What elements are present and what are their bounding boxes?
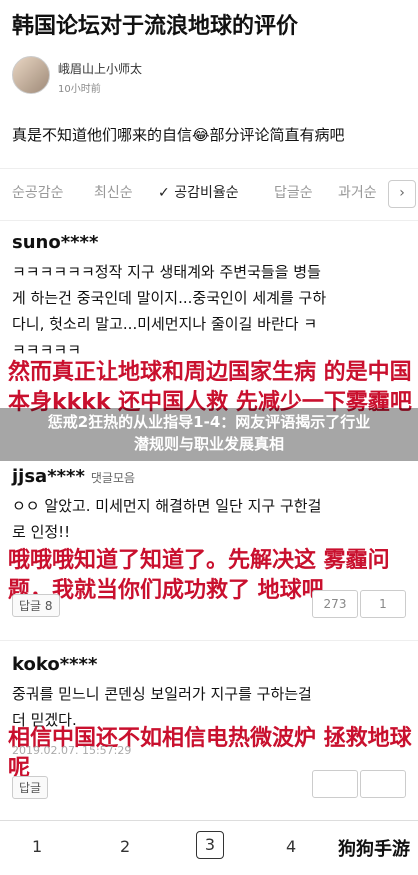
brand-watermark: 狗狗手游 xyxy=(338,839,410,860)
avatar[interactable] xyxy=(12,56,50,94)
vote-group: 273 1 xyxy=(310,590,406,618)
like-button[interactable] xyxy=(312,770,358,798)
reply-button[interactable]: 답글 xyxy=(12,776,49,799)
page-2[interactable]: 2 xyxy=(120,837,130,856)
comment-body: ㅋㅋㅋㅋㅋㅋ정작 지구 생태계와 주변국들을 병들 게 하는건 중국인데 말이지… xyxy=(12,263,327,359)
comment-time: 2019.02.07. 15:57:29 xyxy=(12,744,132,757)
tab-latest[interactable]: 최신순 xyxy=(94,182,133,202)
tab-like-ratio[interactable]: ✓ 공감비율순 xyxy=(158,182,239,202)
divider xyxy=(0,640,418,641)
page-title: 韩国论坛对于流浪地球的评价 xyxy=(12,14,299,39)
tab-likes[interactable]: 순공감순 xyxy=(12,182,64,202)
post-time: 10小时前 xyxy=(58,84,101,95)
comment-user[interactable]: jjsa**** xyxy=(12,466,85,487)
tab-oldest[interactable]: 과거순 xyxy=(338,182,377,202)
sort-tabs: 순공감순 최신순 ✓ 공감비율순 답글순 과거순 xyxy=(8,180,418,206)
author-name[interactable]: 峨眉山上小师太 xyxy=(58,60,142,77)
reply-button[interactable]: 답글 8 xyxy=(12,594,60,617)
vote-group xyxy=(310,770,406,798)
chevron-right-icon[interactable]: › xyxy=(388,180,416,208)
reply-label: 답글 xyxy=(12,776,49,799)
page-4[interactable]: 4 xyxy=(286,837,296,856)
comment-tag: 댓글모음 xyxy=(90,471,136,485)
reply-label: 답글 8 xyxy=(12,594,60,617)
page-3-current[interactable]: 3 xyxy=(196,831,224,859)
divider xyxy=(0,220,418,221)
pagination-bar: 1 2 3 4 5 狗狗手游 xyxy=(0,820,418,875)
page-1[interactable]: 1 xyxy=(32,837,42,856)
comment-item: koko**** 중궈를 믿느니 콘덴싱 보일러가 지구를 구하는걸 더 믿겠다… xyxy=(12,654,408,733)
comment-user[interactable]: koko**** xyxy=(12,654,408,675)
headline-text[interactable]: 惩戒2狂热的从业指导1-4：网友评语揭示了行业 潜规则与职业发展真相 xyxy=(0,411,418,455)
headline-banner: 惩戒2狂热的从业指导1-4：网友评语揭示了行业 潜规则与职业发展真相 xyxy=(0,408,418,461)
tab-replies[interactable]: 답글순 xyxy=(274,182,313,202)
author-block: 峨眉山上小师太 10小时前 xyxy=(12,56,408,100)
tab-like-ratio-label: 공감비율순 xyxy=(174,185,239,201)
comment-item: suno**** ㅋㅋㅋㅋㅋㅋ정작 지구 생태계와 주변국들을 병들 게 하는건… xyxy=(12,232,408,363)
comment-item: jjsa**** 댓글모음 ㅇㅇ 알았고. 미세먼지 해결하면 일단 지구 구한걸… xyxy=(12,466,408,545)
lead-text: 真是不知道他们哪来的自信😂部分评论简直有病吧 xyxy=(12,126,345,144)
comment-user-row: jjsa**** 댓글모음 xyxy=(12,466,408,487)
divider xyxy=(0,168,418,169)
dislike-button[interactable]: 1 xyxy=(360,590,406,618)
dislike-button[interactable] xyxy=(360,770,406,798)
comment-body: ㅇㅇ 알았고. 미세먼지 해결하면 일단 지구 구한걸 로 인정!! xyxy=(12,497,322,541)
comment-user[interactable]: suno**** xyxy=(12,232,408,253)
like-button[interactable]: 273 xyxy=(312,590,358,618)
